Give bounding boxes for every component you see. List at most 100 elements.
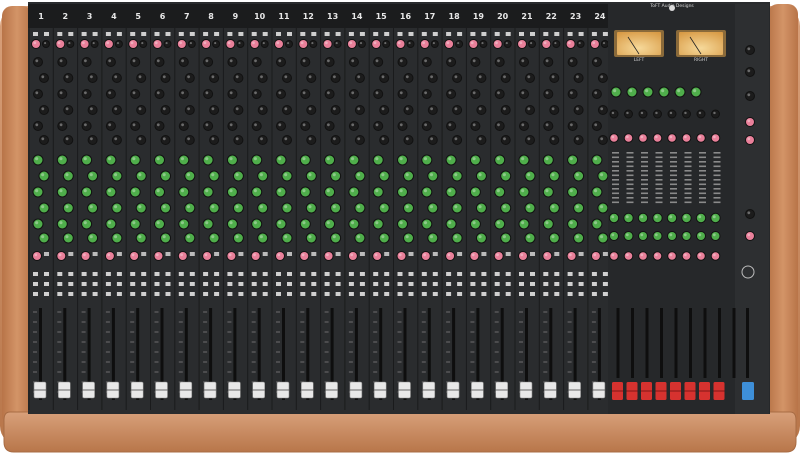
solo-button[interactable] [602, 252, 608, 256]
route-button[interactable] [251, 272, 257, 276]
phase-button[interactable] [57, 32, 63, 36]
route-button[interactable] [105, 282, 111, 286]
route-button[interactable] [578, 282, 584, 286]
route-button[interactable] [505, 292, 511, 296]
route-button[interactable] [602, 292, 608, 296]
route-button[interactable] [505, 272, 511, 276]
route-button[interactable] [397, 272, 403, 276]
route-button[interactable] [262, 292, 268, 296]
route-button[interactable] [57, 292, 63, 296]
pad-button[interactable] [116, 32, 122, 36]
route-button[interactable] [543, 292, 549, 296]
phase-button[interactable] [276, 32, 281, 36]
phase-button[interactable] [324, 32, 330, 36]
pad-button[interactable] [44, 32, 49, 36]
route-button[interactable] [130, 282, 136, 286]
route-button[interactable] [591, 282, 597, 286]
route-button[interactable] [276, 292, 281, 296]
route-button[interactable] [189, 282, 195, 286]
solo-button[interactable] [554, 252, 560, 256]
route-button[interactable] [238, 272, 244, 276]
solo-button[interactable] [505, 252, 511, 256]
phase-button[interactable] [397, 32, 403, 36]
route-button[interactable] [81, 292, 87, 296]
route-button[interactable] [238, 282, 244, 286]
route-button[interactable] [154, 272, 160, 276]
route-button[interactable] [543, 272, 549, 276]
route-button[interactable] [311, 292, 317, 296]
route-button[interactable] [554, 282, 560, 286]
route-button[interactable] [68, 282, 74, 286]
route-button[interactable] [262, 282, 268, 286]
route-button[interactable] [446, 282, 452, 286]
route-button[interactable] [300, 282, 306, 286]
route-button[interactable] [567, 272, 573, 276]
route-button[interactable] [373, 282, 379, 286]
route-button[interactable] [457, 282, 463, 286]
pad-button[interactable] [384, 32, 390, 36]
pad-button[interactable] [165, 32, 171, 36]
route-button[interactable] [470, 272, 476, 276]
route-button[interactable] [227, 292, 233, 296]
route-button[interactable] [227, 282, 233, 286]
route-button[interactable] [203, 272, 209, 276]
route-button[interactable] [189, 292, 195, 296]
route-button[interactable] [519, 282, 524, 286]
route-button[interactable] [324, 272, 330, 276]
route-button[interactable] [432, 272, 438, 276]
route-button[interactable] [57, 282, 63, 286]
route-button[interactable] [505, 282, 511, 286]
solo-button[interactable] [457, 252, 463, 256]
phase-button[interactable] [373, 32, 379, 36]
route-button[interactable] [373, 272, 379, 276]
route-button[interactable] [591, 292, 597, 296]
phase-button[interactable] [154, 32, 160, 36]
pad-button[interactable] [262, 32, 268, 36]
route-button[interactable] [494, 292, 500, 296]
route-button[interactable] [276, 272, 281, 276]
pad-button[interactable] [141, 32, 147, 36]
pad-button[interactable] [481, 32, 487, 36]
route-button[interactable] [481, 272, 487, 276]
route-button[interactable] [530, 272, 535, 276]
route-button[interactable] [359, 282, 365, 286]
pad-button[interactable] [530, 32, 535, 36]
solo-button[interactable] [481, 252, 487, 256]
solo-button[interactable] [287, 252, 292, 256]
route-button[interactable] [300, 272, 306, 276]
route-button[interactable] [189, 272, 195, 276]
solo-button[interactable] [116, 252, 122, 256]
route-button[interactable] [130, 292, 136, 296]
route-button[interactable] [33, 272, 38, 276]
solo-button[interactable] [335, 252, 341, 256]
pad-button[interactable] [602, 32, 608, 36]
solo-button[interactable] [432, 252, 438, 256]
route-button[interactable] [81, 272, 87, 276]
route-button[interactable] [262, 272, 268, 276]
route-button[interactable] [348, 282, 354, 286]
phase-button[interactable] [591, 32, 597, 36]
route-button[interactable] [494, 282, 500, 286]
pad-button[interactable] [189, 32, 195, 36]
phase-button[interactable] [567, 32, 573, 36]
route-button[interactable] [44, 272, 49, 276]
route-button[interactable] [44, 282, 49, 286]
route-button[interactable] [130, 272, 136, 276]
route-button[interactable] [384, 282, 390, 286]
route-button[interactable] [481, 282, 487, 286]
pad-button[interactable] [457, 32, 463, 36]
route-button[interactable] [178, 292, 184, 296]
route-button[interactable] [141, 292, 147, 296]
route-button[interactable] [287, 282, 292, 286]
route-button[interactable] [92, 272, 98, 276]
pad-button[interactable] [287, 32, 292, 36]
route-button[interactable] [373, 292, 379, 296]
route-button[interactable] [421, 282, 427, 286]
route-button[interactable] [446, 272, 452, 276]
route-button[interactable] [567, 292, 573, 296]
route-button[interactable] [432, 282, 438, 286]
route-button[interactable] [432, 292, 438, 296]
solo-button[interactable] [311, 252, 317, 256]
pad-button[interactable] [432, 32, 438, 36]
route-button[interactable] [578, 292, 584, 296]
